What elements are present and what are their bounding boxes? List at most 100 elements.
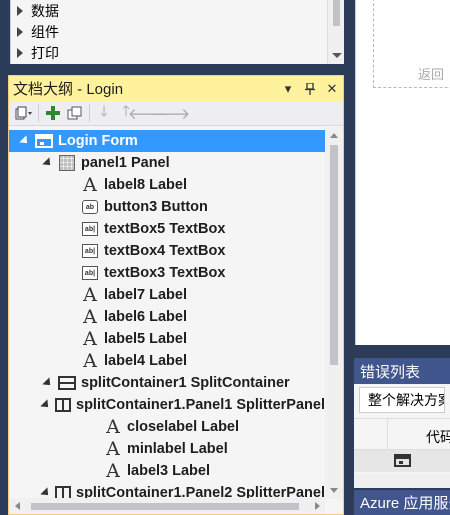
tree-node-label: label8 Label (104, 177, 188, 193)
tree-node-button3[interactable]: ab button3 Button (9, 196, 325, 218)
textbox-icon: ab| (81, 264, 99, 282)
collapse-arrow-icon[interactable] (42, 152, 54, 174)
tree-node-label: label4 Label (104, 353, 188, 369)
azure-app-service-tab[interactable]: Azure 应用服务 (354, 490, 450, 515)
error-list-column[interactable] (354, 419, 388, 451)
back-label: 返回 (418, 67, 445, 82)
tree-node-label7[interactable]: A label7 Label (9, 284, 325, 306)
tree-node-splitcontainer1-panel2[interactable]: splitContainer1.Panel2 SplitterPanel (9, 482, 325, 499)
window-position-dropdown-icon[interactable]: ▾ (277, 78, 299, 100)
expand-arrow-icon[interactable] (17, 47, 23, 58)
textbox-icon: ab| (81, 242, 99, 260)
tree-node-label: splitContainer1.Panel2 SplitterPanel (76, 485, 325, 499)
textbox-icon: ab| (81, 220, 99, 238)
scrollbar-thumb[interactable] (333, 0, 340, 26)
tree-node-label5[interactable]: A label5 Label (9, 328, 325, 350)
panel-icon (58, 154, 76, 172)
collapse-arrow-icon[interactable] (19, 130, 31, 152)
tree-node-panel1[interactable]: panel1 Panel (9, 152, 325, 174)
label-icon: A (83, 174, 97, 196)
toolbar-separator (38, 104, 39, 122)
expand-arrow-icon[interactable] (17, 5, 23, 16)
label-icon: A (83, 328, 97, 350)
scrollbar-thumb[interactable] (31, 503, 299, 510)
tree-node-label: label3 Label (127, 463, 211, 479)
toolbox-item-data[interactable]: 数据 (11, 0, 344, 21)
close-icon[interactable]: ✕ (321, 78, 343, 100)
scrollbar-thumb[interactable] (330, 145, 338, 365)
outline-horizontal-scrollbar[interactable] (9, 498, 325, 514)
label-icon: A (106, 438, 120, 460)
outline-toolbar: 🡓 🡑 🡐 🡒 (9, 101, 343, 126)
column-code[interactable]: 代码 (426, 427, 450, 447)
move-right-icon[interactable]: 🡒 (150, 102, 190, 124)
tree-node-label4[interactable]: A label4 Label (9, 350, 325, 372)
label-icon: A (106, 416, 120, 438)
error-list-panel: 错误列表 整个解决方案 代码 (354, 358, 450, 488)
scroll-down-icon[interactable] (332, 53, 342, 58)
tree-node-label: textBox4 TextBox (104, 243, 226, 259)
tree-node-textbox5[interactable]: ab| textBox5 TextBox (9, 218, 325, 240)
toolbox-item-label: 打印 (31, 44, 59, 61)
form-icon (35, 132, 53, 150)
button-icon: ab (81, 198, 99, 216)
error-list-horizontal-scrollbar[interactable] (354, 474, 450, 488)
form-designer-surface[interactable]: 返回 (355, 0, 450, 345)
tree-node-label: button3 Button (104, 199, 208, 215)
move-down-icon[interactable]: 🡓 (93, 102, 115, 124)
tree-node-label: textBox5 TextBox (104, 221, 226, 237)
toolbox-scrollbar[interactable] (327, 0, 344, 64)
collapse-arrow-icon[interactable] (40, 482, 52, 499)
outline-tree: Login Form panel1 Panel A label8 Label a… (9, 127, 325, 499)
toolbox-item-components[interactable]: 组件 (11, 21, 344, 42)
tree-node-label3[interactable]: A label3 Label (9, 460, 325, 482)
tree-node-label: minlabel Label (127, 441, 228, 457)
tree-node-closelabel[interactable]: A closelabel Label (9, 416, 325, 438)
toolbar-separator (89, 104, 90, 122)
outline-vertical-scrollbar[interactable] (325, 127, 343, 499)
document-outline-titlebar: 文档大纲 - Login ▾ ✕ (9, 76, 343, 101)
expand-arrow-icon[interactable] (17, 26, 23, 37)
tree-node-label: label6 Label (104, 309, 188, 325)
splitter-panel-icon (55, 484, 71, 499)
toolbox-item-printing[interactable]: 打印 (11, 42, 344, 63)
tree-node-textbox3[interactable]: ab| textBox3 TextBox (9, 262, 325, 284)
copy-icon[interactable] (64, 102, 86, 124)
scroll-left-icon[interactable] (15, 502, 20, 510)
view-dropdown-icon[interactable] (13, 102, 35, 124)
tree-node-splitcontainer1[interactable]: splitContainer1 SplitContainer (9, 372, 325, 394)
error-scope-dropdown[interactable]: 整个解决方案 (359, 387, 445, 413)
window-icon (394, 454, 411, 467)
tree-node-label: splitContainer1.Panel1 SplitterPanel (76, 397, 325, 413)
label-icon: A (106, 460, 120, 482)
pin-icon[interactable] (299, 78, 321, 100)
collapse-arrow-icon[interactable] (42, 372, 54, 394)
toolbox-item-label: 数据 (31, 2, 59, 19)
tree-node-label: Login Form (58, 133, 138, 149)
tree-node-minlabel[interactable]: A minlabel Label (9, 438, 325, 460)
scroll-right-icon[interactable] (315, 502, 320, 510)
error-list-row[interactable] (354, 450, 450, 472)
tree-node-label: closelabel Label (127, 419, 240, 435)
tree-node-label: splitContainer1 SplitContainer (81, 375, 290, 391)
tree-node-label8[interactable]: A label8 Label (9, 174, 325, 196)
toolbox-item-label: 组件 (31, 23, 59, 40)
error-list-header: 代码 (354, 418, 450, 451)
panel-title: 文档大纲 - Login (13, 81, 124, 98)
error-list-title[interactable]: 错误列表 (354, 358, 450, 384)
tree-node-label: textBox3 TextBox (104, 265, 226, 281)
tree-node-label: label7 Label (104, 287, 188, 303)
tree-node-textbox4[interactable]: ab| textBox4 TextBox (9, 240, 325, 262)
splitter-panel-icon (55, 396, 71, 414)
toolbox-panel: 数据 组件 打印 (10, 0, 344, 64)
document-outline-panel: 文档大纲 - Login ▾ ✕ 🡓 🡑 🡐 🡒 Login Form pane… (8, 75, 344, 515)
tree-node-label: label5 Label (104, 331, 188, 347)
label-icon: A (83, 284, 97, 306)
tree-node-label6[interactable]: A label6 Label (9, 306, 325, 328)
tree-node-splitcontainer1-panel1[interactable]: splitContainer1.Panel1 SplitterPanel (9, 394, 325, 416)
tree-node-login-form[interactable]: Login Form (9, 130, 325, 152)
scroll-down-icon[interactable] (330, 488, 338, 493)
collapse-arrow-icon[interactable] (40, 394, 52, 416)
add-icon[interactable] (42, 102, 64, 124)
scroll-up-icon[interactable] (330, 133, 338, 138)
